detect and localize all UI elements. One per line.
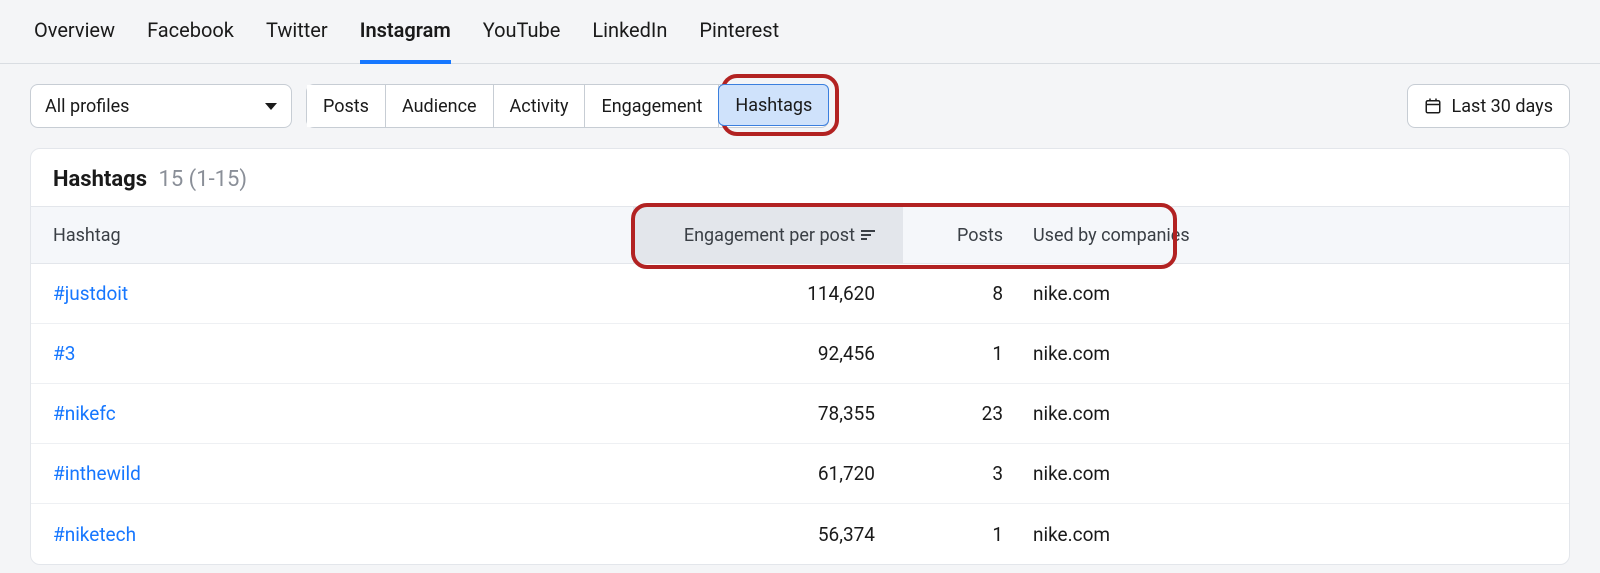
- cell-hashtag: #justdoit: [53, 282, 633, 305]
- cell-company: nike.com: [1003, 282, 1547, 305]
- date-range-label: Last 30 days: [1452, 96, 1553, 117]
- cell-company: nike.com: [1003, 462, 1547, 485]
- card-header: Hashtags 15 (1-15): [31, 149, 1569, 206]
- cell-posts: 1: [903, 342, 1003, 365]
- col-company[interactable]: Used by companies: [1003, 225, 1547, 246]
- hashtag-link[interactable]: #inthewild: [53, 462, 141, 485]
- tab-facebook[interactable]: Facebook: [147, 18, 234, 64]
- cell-hashtag: #3: [53, 342, 633, 365]
- cell-hashtag: #inthewild: [53, 462, 633, 485]
- hashtag-link[interactable]: #niketech: [53, 523, 136, 546]
- segment-group: Posts Audience Activity Engagement Hasht…: [306, 84, 829, 128]
- segment-group-wrap: Posts Audience Activity Engagement Hasht…: [306, 84, 829, 128]
- segment-audience[interactable]: Audience: [386, 85, 494, 127]
- col-hashtag[interactable]: Hashtag: [53, 225, 633, 246]
- profile-select[interactable]: All profiles: [30, 84, 292, 128]
- table-row: #niketech 56,374 1 nike.com: [31, 504, 1569, 564]
- card-title: Hashtags: [53, 167, 147, 192]
- cell-hashtag: #nikefc: [53, 402, 633, 425]
- cell-engagement: 56,374: [633, 523, 903, 546]
- card-count: 15 (1-15): [158, 167, 247, 192]
- segment-hashtags[interactable]: Hashtags: [718, 84, 829, 126]
- cell-engagement: 61,720: [633, 462, 903, 485]
- col-engagement[interactable]: Engagement per post: [633, 207, 903, 263]
- hashtag-link[interactable]: #justdoit: [53, 282, 128, 305]
- cell-company: nike.com: [1003, 523, 1547, 546]
- table-row: #inthewild 61,720 3 nike.com: [31, 444, 1569, 504]
- tab-linkedin[interactable]: LinkedIn: [592, 18, 667, 64]
- cell-posts: 23: [903, 402, 1003, 425]
- filter-bar: All profiles Posts Audience Activity Eng…: [0, 64, 1600, 148]
- cell-posts: 1: [903, 523, 1003, 546]
- hashtags-card: Hashtags 15 (1-15) Hashtag Engagement pe…: [30, 148, 1570, 565]
- cell-engagement: 92,456: [633, 342, 903, 365]
- tab-overview[interactable]: Overview: [34, 18, 115, 64]
- cell-company: nike.com: [1003, 342, 1547, 365]
- segment-engagement[interactable]: Engagement: [585, 85, 719, 127]
- segment-posts[interactable]: Posts: [307, 85, 386, 127]
- col-posts[interactable]: Posts: [903, 225, 1003, 246]
- table-header: Hashtag Engagement per post Posts Used b…: [31, 206, 1569, 264]
- chevron-down-icon: [265, 103, 277, 110]
- tab-instagram[interactable]: Instagram: [360, 18, 451, 64]
- cell-engagement: 114,620: [633, 282, 903, 305]
- hashtag-link[interactable]: #nikefc: [53, 402, 116, 425]
- sort-desc-icon: [861, 230, 875, 240]
- table-row: #3 92,456 1 nike.com: [31, 324, 1569, 384]
- col-engagement-label: Engagement per post: [684, 225, 855, 246]
- tab-twitter[interactable]: Twitter: [266, 18, 328, 64]
- date-range-button[interactable]: Last 30 days: [1407, 84, 1570, 128]
- cell-engagement: 78,355: [633, 402, 903, 425]
- cell-posts: 3: [903, 462, 1003, 485]
- cell-company: nike.com: [1003, 402, 1547, 425]
- calendar-icon: [1424, 97, 1442, 115]
- profile-select-label: All profiles: [45, 96, 129, 117]
- hashtag-link[interactable]: #3: [53, 342, 75, 365]
- tab-pinterest[interactable]: Pinterest: [699, 18, 779, 64]
- table-row: #justdoit 114,620 8 nike.com: [31, 264, 1569, 324]
- top-nav: Overview Facebook Twitter Instagram YouT…: [0, 0, 1600, 64]
- cell-posts: 8: [903, 282, 1003, 305]
- table-row: #nikefc 78,355 23 nike.com: [31, 384, 1569, 444]
- tab-youtube[interactable]: YouTube: [483, 18, 561, 64]
- segment-activity[interactable]: Activity: [494, 85, 586, 127]
- cell-hashtag: #niketech: [53, 523, 633, 546]
